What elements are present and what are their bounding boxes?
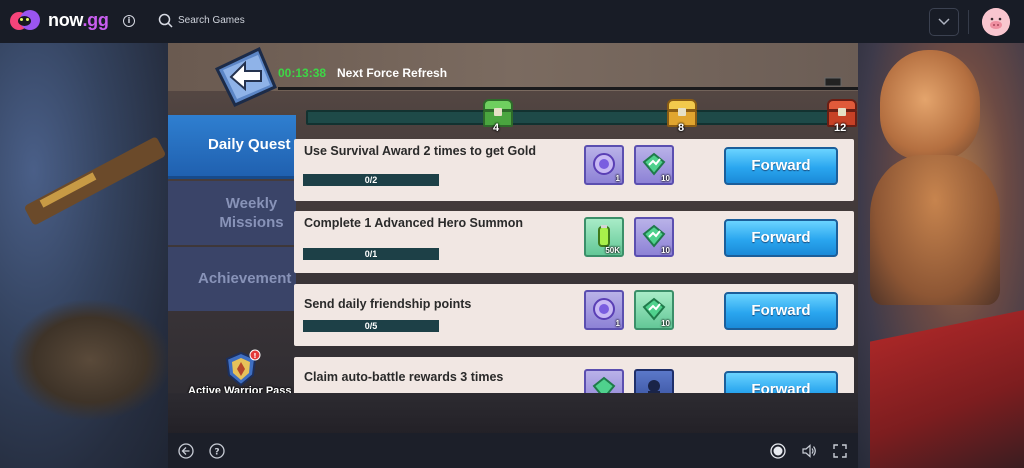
dropdown-button[interactable] <box>929 8 959 36</box>
tab-daily-quest[interactable]: Daily Quest <box>168 115 296 179</box>
forward-button[interactable]: Forward <box>724 292 838 330</box>
reward-qty: 50K <box>605 246 620 255</box>
quest-progress-text: 0/5 <box>364 321 378 331</box>
refresh-timer: 00:13:38 <box>278 66 327 80</box>
tab-achievement[interactable]: Achievement <box>168 247 296 311</box>
reward-hero-portrait[interactable] <box>634 369 674 394</box>
quest-row: Send daily friendship points 0/5 1 10 Fo… <box>294 284 854 346</box>
reward-green-battery[interactable]: 50K <box>584 217 624 257</box>
background-vehicle <box>10 300 170 420</box>
quest-title: Send daily friendship points <box>304 297 472 311</box>
reward-green-gem[interactable] <box>584 369 624 394</box>
milestone-progress-bar <box>306 110 836 125</box>
now-gg-logo-icon[interactable] <box>10 8 40 34</box>
brand-name[interactable]: now.gg <box>48 10 109 31</box>
reward-qty: 10 <box>661 246 670 255</box>
quest-title: Use Survival Award 2 times to get Gold <box>304 144 537 158</box>
reward-qty: 1 <box>615 174 620 183</box>
quest-title: Complete 1 Advanced Hero Summon <box>304 216 524 230</box>
svg-text:?: ? <box>214 448 219 458</box>
green-gem-icon <box>642 152 666 176</box>
reward-purple-coin[interactable]: 1 <box>584 290 624 330</box>
refresh-label: Next Force Refresh <box>337 66 448 80</box>
warrior-pass-badge-icon[interactable]: ! <box>221 349 261 389</box>
purple-coin-icon <box>593 153 615 175</box>
info-icon[interactable]: i <box>123 15 135 27</box>
green-gem-icon <box>642 297 666 321</box>
pig-avatar-icon <box>982 8 1010 36</box>
quest-progress-text: 0/2 <box>364 175 378 185</box>
forward-button[interactable]: Forward <box>724 147 838 185</box>
quest-row: Use Survival Award 2 times to get Gold 0… <box>294 139 854 201</box>
reward-qty: 10 <box>661 174 670 183</box>
reward-qty: 10 <box>661 319 670 328</box>
game-footer <box>168 393 858 433</box>
green-gem-icon <box>592 376 616 394</box>
background-character-body <box>870 155 1000 305</box>
top-bar: now.gg i Search Games <box>0 0 1024 43</box>
milestone-value: 12 <box>834 122 847 134</box>
milestone-value: 4 <box>493 122 500 134</box>
quest-progress-bar: 0/1 <box>303 248 439 260</box>
user-avatar[interactable] <box>982 8 1010 36</box>
forward-button[interactable]: Forward <box>724 371 838 394</box>
reward-green-gem[interactable]: 10 <box>634 217 674 257</box>
emulator-controls: ? <box>168 433 858 468</box>
divider <box>968 10 969 34</box>
quest-title: Claim auto-battle rewards 3 times <box>304 370 504 384</box>
green-battery-icon <box>598 225 610 247</box>
back-arrow-button[interactable] <box>213 47 279 107</box>
green-gem-icon <box>642 224 666 248</box>
header-divider <box>278 87 858 90</box>
brand-name-text: now <box>48 10 83 30</box>
reward-green-gem[interactable]: 10 <box>634 290 674 330</box>
reward-green-gem[interactable]: 10 <box>634 145 674 185</box>
brand-tld: .gg <box>82 10 109 30</box>
search-icon[interactable] <box>158 13 174 29</box>
svg-text:!: ! <box>253 352 256 360</box>
forward-button[interactable]: Forward <box>724 219 838 257</box>
reward-qty: 1 <box>615 319 620 328</box>
volume-icon[interactable] <box>801 443 817 459</box>
quest-list[interactable]: Use Survival Award 2 times to get Gold 0… <box>294 139 856 394</box>
fullscreen-icon[interactable] <box>832 443 848 459</box>
tab-label: Weekly Missions <box>219 195 284 231</box>
record-icon[interactable] <box>770 443 786 459</box>
milestone-value: 8 <box>678 122 685 134</box>
hero-portrait-icon <box>648 380 660 394</box>
chevron-down-icon <box>938 18 950 26</box>
quest-progress-text: 0/1 <box>364 249 378 259</box>
purple-coin-icon <box>593 298 615 320</box>
game-viewport[interactable]: 00:13:38 Next Force Refresh 4 8 12 Daily… <box>168 43 858 433</box>
quest-progress-bar: 0/5 <box>303 320 439 332</box>
tab-weekly-missions[interactable]: Weekly Missions <box>168 181 296 245</box>
back-arrow-icon[interactable] <box>178 443 194 459</box>
search-input[interactable]: Search Games <box>178 15 245 26</box>
background-character-head <box>880 50 980 160</box>
quest-progress-bar: 0/2 <box>303 174 439 186</box>
quest-row: Claim auto-battle rewards 3 times Forwar… <box>294 357 854 394</box>
reward-purple-coin[interactable]: 1 <box>584 145 624 185</box>
small-chest-icon <box>824 77 842 87</box>
quest-row: Complete 1 Advanced Hero Summon 0/1 50K … <box>294 211 854 273</box>
help-icon[interactable]: ? <box>209 443 225 459</box>
